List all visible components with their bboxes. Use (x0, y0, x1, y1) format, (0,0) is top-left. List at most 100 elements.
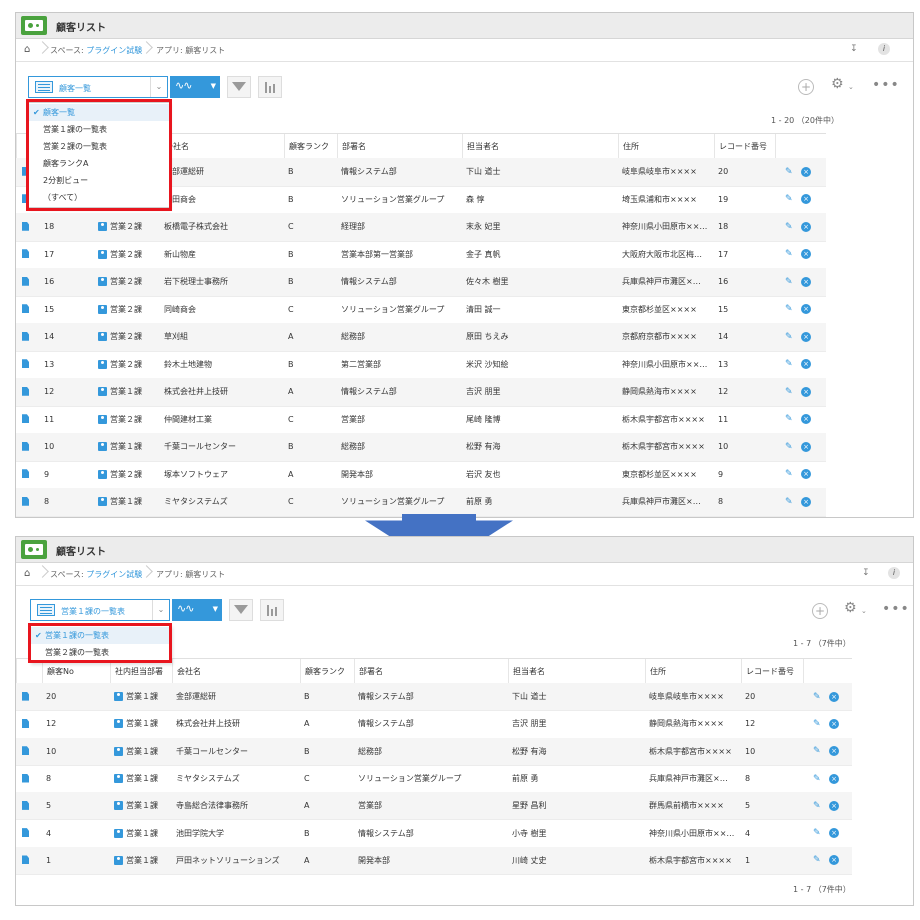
close-icon[interactable]: × (801, 414, 811, 425)
pencil-icon[interactable]: ✎ (785, 332, 793, 342)
table-row[interactable]: 5 営業１課 寺島総合法律事務所 A 営業部 星野 昌利 群馬県前橋市×××× 5 ✎ × (16, 792, 852, 821)
close-icon[interactable]: × (801, 441, 811, 452)
table-row[interactable]: 15 営業２課 同崎商会 C ソリューション営業グループ 清田 誠一 東京都杉並区×××× 1… (16, 296, 826, 324)
pin-icon[interactable]: ↧ (850, 44, 858, 54)
table-row[interactable]: 16 営業２課 岩下税理士事務所 B 情報システム部 佐々木 樹里 兵庫県神戸市灘区×… 16… (16, 268, 826, 297)
close-icon[interactable]: × (801, 331, 811, 342)
pencil-icon[interactable]: ✎ (785, 249, 793, 259)
document-icon[interactable] (22, 828, 29, 838)
breadcrumb-app[interactable]: アプリ: 顧客リスト (156, 45, 225, 56)
table-row[interactable]: 8 営業１課 ミヤタシステムズ C ソリューション営業グループ 前原 勇 兵庫県神戸市灘区×… (16, 765, 852, 794)
info-icon[interactable]: i (888, 567, 900, 579)
table-row[interactable]: 18 営業２課 板橋電子株式会社 C 経理部 末永 妃里 神奈川県小田原市××… 18 ✎ × (16, 213, 826, 242)
pencil-icon[interactable]: ✎ (813, 855, 821, 865)
close-icon[interactable]: × (801, 194, 811, 205)
document-icon[interactable] (22, 855, 29, 865)
table-row[interactable]: 4 営業１課 池田学院大学 B 情報システム部 小寺 樹里 神奈川県小田原市××… 4 ✎ × (16, 820, 852, 848)
table-row[interactable]: 12 営業１課 株式会社井上技研 A 情報システム部 吉沢 朋里 静岡県熱海市×××× 12 ✎… (16, 710, 852, 739)
table-row[interactable]: 10 営業１課 千葉コールセンター B 総務部 松野 有海 栃木県宇都宮市×××× 10 ✎ × (16, 737, 852, 766)
gear-icon[interactable]: ⚙ (831, 76, 844, 92)
document-icon[interactable] (22, 331, 29, 341)
close-icon[interactable]: × (829, 800, 839, 811)
close-icon[interactable]: × (801, 386, 811, 397)
document-icon[interactable] (22, 441, 29, 451)
header-col-busho[interactable]: 部署名 (337, 134, 462, 159)
document-icon[interactable] (22, 746, 29, 756)
document-icon[interactable] (22, 249, 29, 259)
pencil-icon[interactable]: ✎ (785, 497, 793, 507)
table-row[interactable]: 14 営業２課 草刈組 A 総務部 原田 ちえみ 京都府京都市×××× 14 ✎ × (16, 323, 826, 352)
document-icon[interactable] (22, 773, 29, 783)
document-icon[interactable] (22, 718, 29, 728)
pencil-icon[interactable]: ✎ (813, 746, 821, 756)
header-col-company[interactable]: 会社名 (172, 659, 300, 684)
close-icon[interactable]: × (801, 359, 811, 370)
pin-icon[interactable]: ↧ (862, 568, 870, 578)
document-icon[interactable] (22, 386, 29, 396)
pencil-icon[interactable]: ✎ (785, 167, 793, 177)
graph-button[interactable]: ∿∿ ▼ (172, 599, 222, 621)
header-col-record-no[interactable]: レコード番号 (741, 659, 803, 684)
close-icon[interactable]: × (829, 718, 839, 729)
pencil-icon[interactable]: ✎ (785, 359, 793, 369)
chart-button[interactable] (260, 599, 284, 621)
chart-button[interactable] (258, 76, 282, 98)
breadcrumb-space[interactable]: スペース: プラグイン試験 (50, 45, 142, 56)
pencil-icon[interactable]: ✎ (785, 277, 793, 287)
close-icon[interactable]: × (829, 773, 839, 784)
breadcrumb-space[interactable]: スペース: プラグイン試験 (50, 569, 142, 580)
pencil-icon[interactable]: ✎ (785, 304, 793, 314)
breadcrumb-space-link[interactable]: プラグイン試験 (86, 46, 142, 55)
table-row[interactable]: 10 営業１課 千葉コールセンター B 総務部 松野 有海 栃木県宇都宮市×××× 10 ✎ × (16, 433, 826, 462)
header-col-record-no[interactable]: レコード番号 (714, 134, 775, 159)
filter-button[interactable] (227, 76, 251, 98)
header-col-address[interactable]: 住所 (645, 659, 741, 684)
pencil-icon[interactable]: ✎ (785, 469, 793, 479)
close-icon[interactable]: × (801, 469, 811, 480)
document-icon[interactable] (22, 221, 29, 231)
document-icon[interactable] (22, 304, 29, 314)
table-row[interactable]: 9 営業２課 塚本ソフトウェア A 開発本部 岩沢 友也 東京都杉並区×××× 9 ✎ × (16, 461, 826, 489)
header-col-rank[interactable]: 顧客ランク (284, 134, 337, 159)
close-icon[interactable]: × (829, 855, 839, 866)
add-record-button[interactable]: + (812, 603, 828, 619)
add-record-button[interactable]: + (798, 79, 814, 95)
close-icon[interactable]: × (801, 304, 811, 315)
more-icon[interactable]: ••• (872, 77, 900, 93)
pencil-icon[interactable]: ✎ (813, 719, 821, 729)
document-icon[interactable] (22, 359, 29, 369)
document-icon[interactable] (22, 276, 29, 286)
pencil-icon[interactable]: ✎ (785, 414, 793, 424)
close-icon[interactable]: × (829, 691, 839, 702)
header-col-busho[interactable]: 部署名 (354, 659, 508, 684)
more-icon[interactable]: ••• (882, 601, 910, 617)
header-col-tanto[interactable]: 担当者名 (508, 659, 645, 684)
pencil-icon[interactable]: ✎ (813, 774, 821, 784)
pencil-icon[interactable]: ✎ (785, 222, 793, 232)
document-icon[interactable] (22, 469, 29, 479)
pencil-icon[interactable]: ✎ (785, 387, 793, 397)
pencil-icon[interactable]: ✎ (785, 194, 793, 204)
header-col-company[interactable]: 会社名 (160, 134, 284, 159)
chevron-down-icon[interactable]: ⌄ (848, 83, 854, 91)
pencil-icon[interactable]: ✎ (785, 442, 793, 452)
header-col-rank[interactable]: 顧客ランク (300, 659, 354, 684)
gear-icon[interactable]: ⚙ (844, 600, 857, 616)
table-row[interactable]: 8 営業１課 ミヤタシステムズ C ソリューション営業グループ 前原 勇 兵庫県神戸市灘区×… (16, 488, 826, 517)
pencil-icon[interactable]: ✎ (813, 828, 821, 838)
close-icon[interactable]: × (801, 276, 811, 287)
table-row[interactable]: 17 営業２課 新山物産 B 営業本部第一営業部 金子 真帆 大阪府大阪市北区梅… 17 ✎ × (16, 241, 826, 269)
close-icon[interactable]: × (801, 221, 811, 232)
breadcrumb-app[interactable]: アプリ: 顧客リスト (156, 569, 225, 580)
chevron-down-icon[interactable]: ⌄ (861, 607, 867, 615)
graph-button[interactable]: ∿∿ ▼ (170, 76, 220, 98)
close-icon[interactable]: × (801, 496, 811, 507)
close-icon[interactable]: × (829, 746, 839, 757)
document-icon[interactable] (22, 691, 29, 701)
close-icon[interactable]: × (801, 166, 811, 177)
info-icon[interactable]: i (878, 43, 890, 55)
home-icon[interactable]: ⌂ (24, 44, 30, 55)
document-icon[interactable] (22, 800, 29, 810)
table-row[interactable]: 13 営業２課 鈴木土地建物 B 第二営業部 米沢 沙知絵 神奈川県小田原市××… 13 ✎ × (16, 351, 826, 379)
view-select[interactable]: 顧客一覧 ⌄ (28, 76, 168, 98)
